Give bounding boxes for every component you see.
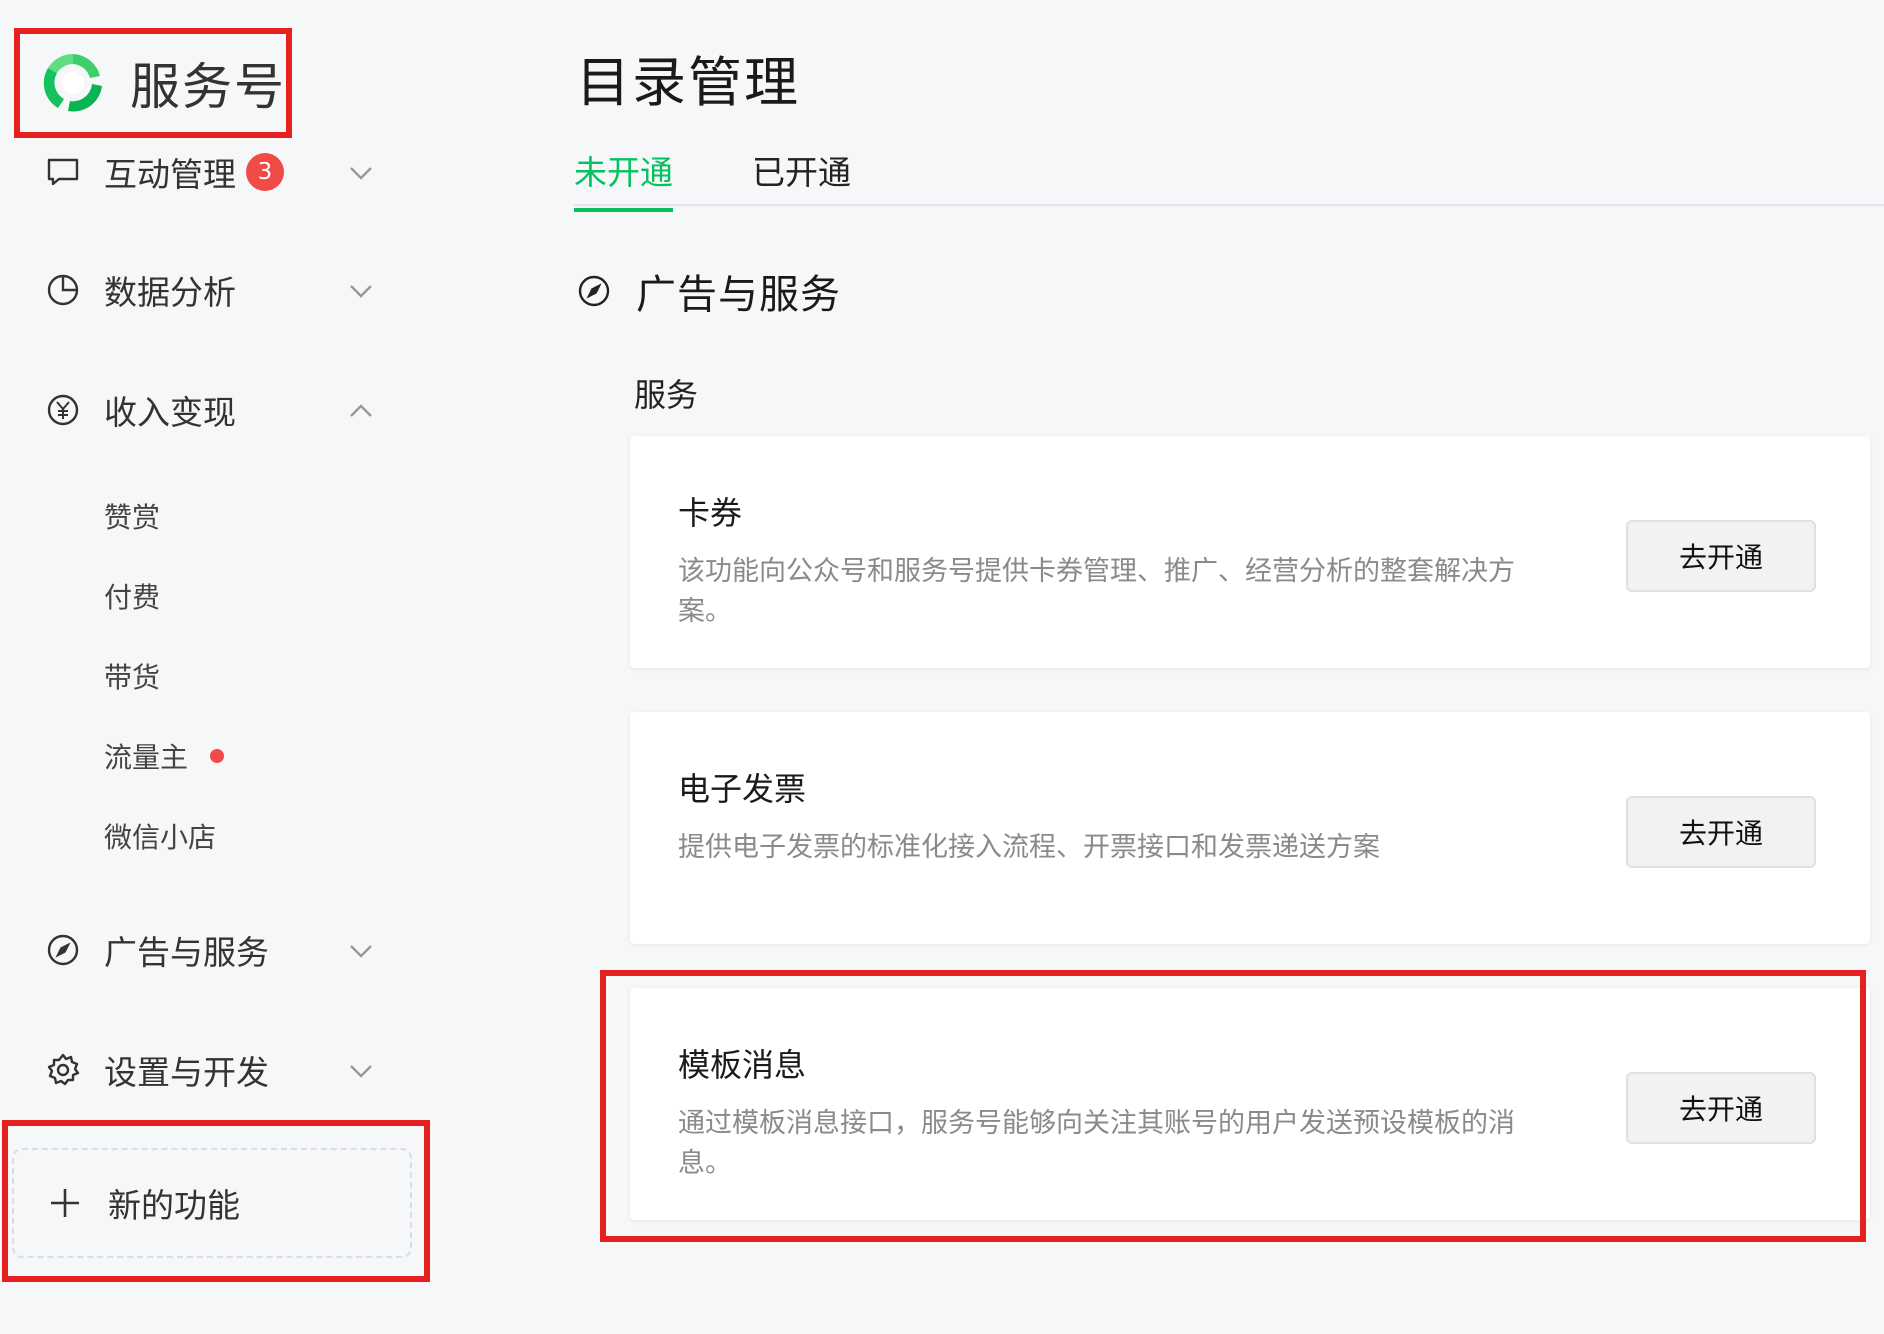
page-title: 目录管理 <box>576 51 800 114</box>
service-card-e-invoice: 电子发票 提供电子发票的标准化接入流程、开票接口和发票递送方案 去开通 <box>630 712 1870 944</box>
card-description: 该功能向公众号和服务号提供卡券管理、推广、经营分析的整套解决方案。 <box>678 556 1515 627</box>
sidebar-subitem-wechat-store[interactable]: 微信小店 <box>104 814 216 858</box>
gear-icon <box>44 1051 82 1089</box>
chevron-down-icon[interactable] <box>348 278 374 304</box>
yuan-icon <box>44 391 82 429</box>
sidebar: 服务号 互动管理 3 数据分析 收入变现 赞赏 付费 带货 流量主 微信小店 广… <box>0 0 440 1334</box>
section-title: 广告与服务 <box>636 272 841 318</box>
service-card-coupon: 卡券 该功能向公众号和服务号提供卡券管理、推广、经营分析的整套解决方案。 去开通 <box>630 436 1870 668</box>
tab-not-activated[interactable]: 未开通 <box>574 146 673 212</box>
activate-button[interactable]: 去开通 <box>1626 520 1816 592</box>
sidebar-subitem-commerce[interactable]: 带货 <box>104 654 160 698</box>
tab-activated[interactable]: 已开通 <box>752 146 851 208</box>
sidebar-item-label: 数据分析 <box>104 273 236 312</box>
sidebar-item-label: 互动管理 <box>104 155 236 194</box>
tab-bar: 未开通 已开通 <box>574 146 1884 212</box>
chevron-down-icon[interactable] <box>348 1058 374 1084</box>
sidebar-item-interaction[interactable]: 互动管理 3 <box>44 142 384 202</box>
chevron-down-icon[interactable] <box>348 160 374 186</box>
chevron-up-icon[interactable] <box>348 398 374 424</box>
new-feature-button[interactable]: 新的功能 <box>12 1148 412 1258</box>
sidebar-item-data-analysis[interactable]: 数据分析 <box>44 260 384 320</box>
sidebar-item-settings-dev[interactable]: 设置与开发 <box>44 1040 384 1100</box>
notification-badge: 3 <box>246 153 284 191</box>
card-title: 卡券 <box>678 494 743 532</box>
highlight-frame <box>600 970 1866 1242</box>
sidebar-item-label: 设置与开发 <box>104 1053 269 1092</box>
service-account-logo-icon <box>43 53 102 112</box>
compass-icon <box>44 931 82 969</box>
sidebar-subitem-tipping[interactable]: 赞赏 <box>104 494 160 538</box>
chat-icon <box>44 153 82 191</box>
new-feature-label: 新的功能 <box>108 1186 240 1225</box>
activate-button[interactable]: 去开通 <box>1626 796 1816 868</box>
card-title: 电子发票 <box>678 770 807 808</box>
chevron-down-icon[interactable] <box>348 938 374 964</box>
plus-icon <box>51 1189 79 1217</box>
sidebar-item-monetization[interactable]: 收入变现 <box>44 380 384 440</box>
card-description: 提供电子发票的标准化接入流程、开票接口和发票递送方案 <box>678 832 1380 863</box>
compass-icon <box>578 275 610 307</box>
brand-header[interactable]: 服务号 <box>14 28 292 138</box>
new-indicator-dot <box>210 749 225 763</box>
sidebar-subitem-traffic-owner[interactable]: 流量主 <box>104 734 225 778</box>
brand-name: 服务号 <box>130 58 286 116</box>
pie-chart-icon <box>44 271 82 309</box>
sidebar-subitem-paid[interactable]: 付费 <box>104 574 160 618</box>
sidebar-item-label: 收入变现 <box>104 393 236 432</box>
sidebar-item-label: 广告与服务 <box>104 933 269 972</box>
sidebar-subitem-label: 流量主 <box>104 741 189 774</box>
group-label: 服务 <box>634 376 699 414</box>
section-header: 广告与服务 <box>576 262 841 320</box>
sidebar-item-ads-services[interactable]: 广告与服务 <box>44 920 384 980</box>
